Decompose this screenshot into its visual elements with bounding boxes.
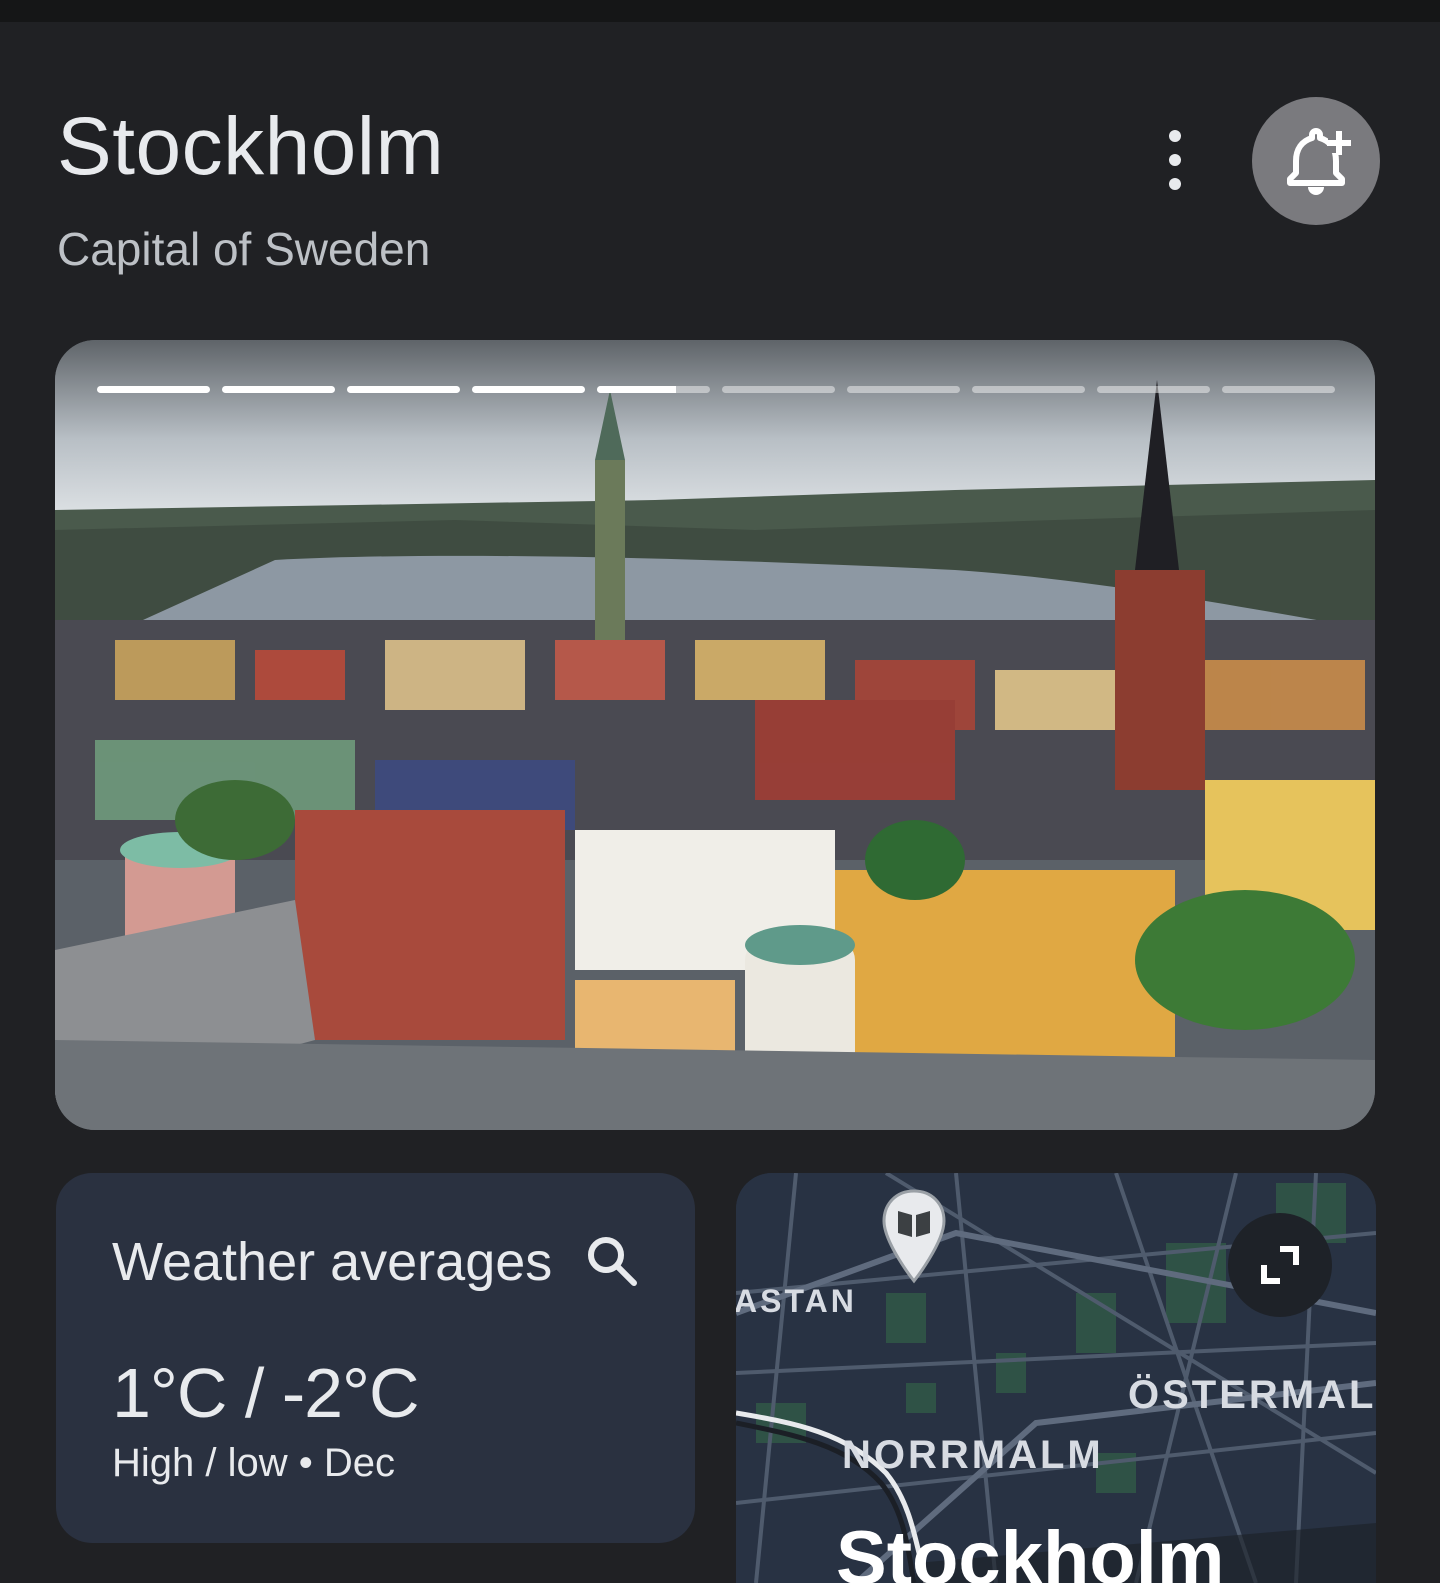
map-label-norrmalm: NORRMALM (842, 1433, 1104, 1477)
story-segment (347, 386, 460, 393)
story-segment (222, 386, 335, 393)
expand-icon (1261, 1246, 1299, 1284)
story-segment (972, 386, 1085, 393)
expand-map-button[interactable] (1228, 1213, 1332, 1317)
story-segment (847, 386, 960, 393)
story-segment (472, 386, 585, 393)
status-bar (0, 0, 1440, 22)
add-alert-button[interactable] (1252, 97, 1380, 225)
more-options-button[interactable] (1160, 130, 1190, 190)
temperature-range: 1°C / -2°C (112, 1354, 420, 1432)
map-label-ostermalm: ÖSTERMAL (1128, 1373, 1376, 1417)
library-book-pin-icon[interactable] (880, 1187, 948, 1287)
page-subtitle: Capital of Sweden (57, 223, 431, 275)
story-segment (97, 386, 210, 393)
more-vert-icon (1169, 130, 1181, 142)
temperature-caption: High / low • Dec (112, 1441, 395, 1485)
city-photo-carousel[interactable] (55, 340, 1375, 1130)
story-segment-fill (472, 386, 585, 393)
story-progress-bar (97, 386, 1335, 393)
stockholm-aerial-photo (55, 340, 1375, 1130)
story-segment-fill (347, 386, 460, 393)
story-segment (1097, 386, 1210, 393)
add-alert-bell-icon (1287, 128, 1351, 195)
story-segment-fill (97, 386, 210, 393)
map-label-stockholm: Stockholm (836, 1516, 1225, 1583)
map-card[interactable]: ASTAN ÖSTERMAL NORRMALM Stockholm (736, 1173, 1376, 1583)
story-segment (722, 386, 835, 393)
search-icon[interactable] (584, 1233, 640, 1289)
story-segment (1222, 386, 1335, 393)
weather-title: Weather averages (112, 1232, 553, 1292)
page-title: Stockholm (57, 101, 445, 192)
story-segment-fill (222, 386, 335, 393)
map-label-astan: ASTAN (736, 1283, 857, 1319)
weather-averages-card[interactable]: Weather averages 1°C / -2°C High / low •… (56, 1173, 695, 1543)
story-segment-fill (597, 386, 677, 393)
story-segment (597, 386, 710, 393)
